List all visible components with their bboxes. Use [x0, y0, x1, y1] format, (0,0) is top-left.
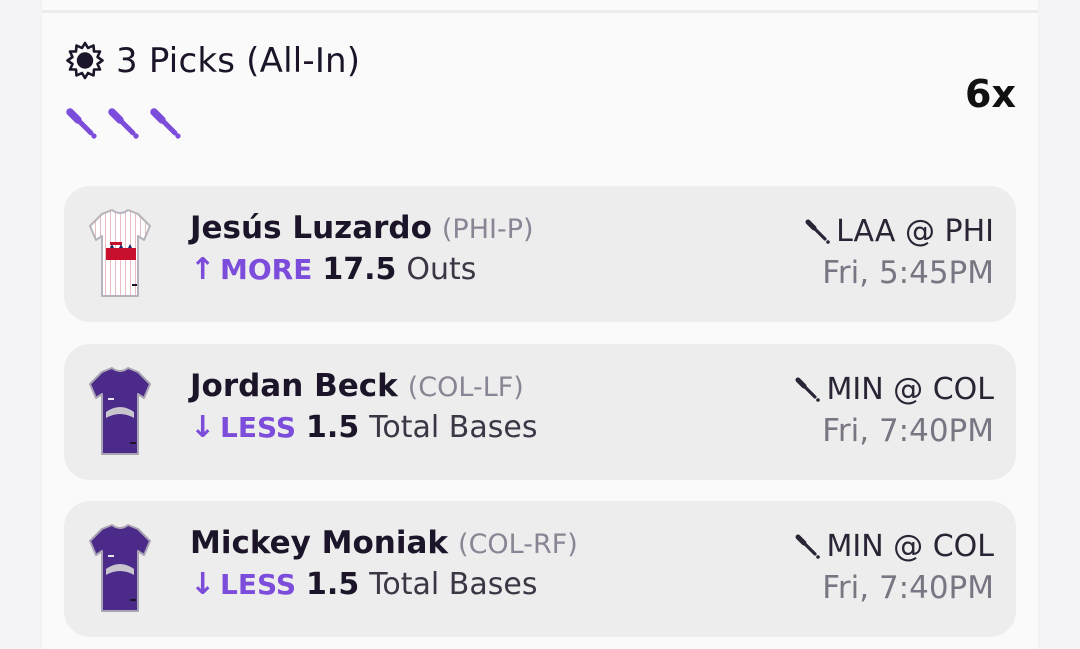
- pick-card[interactable]: Jesús Luzardo (PHI-P) ↑ MORE 17.5 Outs L…: [64, 186, 1016, 322]
- jersey-icon: [88, 208, 152, 300]
- entry-title: 3 Picks (All-In): [116, 41, 361, 81]
- arrow-down-icon: ↓: [190, 410, 216, 445]
- pick-details: Jesús Luzardo (PHI-P) ↑ MORE 17.5 Outs: [190, 210, 534, 287]
- player-position: (COL-RF): [458, 529, 578, 560]
- player-position: (COL-LF): [407, 372, 524, 403]
- pick-line: 1.5: [306, 567, 360, 602]
- gear-icon: [64, 40, 116, 82]
- pick-card[interactable]: Mickey Moniak (COL-RF) ↓ LESS 1.5 Total …: [64, 501, 1016, 637]
- matchup: MIN @ COL: [826, 372, 994, 407]
- arrow-up-icon: ↑: [190, 252, 216, 287]
- baseball-bat-icon: [150, 106, 184, 140]
- pick-details: Jordan Beck (COL-LF) ↓ LESS 1.5 Total Ba…: [190, 368, 537, 445]
- jersey-icon: [88, 366, 152, 458]
- game-time: Fri, 7:40PM: [822, 570, 994, 606]
- baseball-bat-icon: [794, 375, 826, 405]
- divider: [42, 10, 1038, 13]
- baseball-bat-icon: [66, 106, 100, 140]
- payout-multiplier: 6x: [965, 72, 1016, 116]
- entry-card: 3 Picks (All-In) 6x Jesús Luzardo (PHI-P…: [42, 0, 1038, 649]
- player-position: (PHI-P): [441, 214, 534, 245]
- baseball-bat-icon: [804, 217, 836, 247]
- matchup: LAA @ PHI: [836, 214, 994, 249]
- baseball-bat-icon: [794, 532, 826, 562]
- sport-icons: [66, 106, 184, 140]
- pick-card[interactable]: Jordan Beck (COL-LF) ↓ LESS 1.5 Total Ba…: [64, 344, 1016, 480]
- pick-direction: MORE: [220, 253, 313, 286]
- matchup: MIN @ COL: [826, 529, 994, 564]
- pick-line: 1.5: [306, 410, 360, 445]
- game-info: MIN @ COL Fri, 7:40PM: [794, 372, 994, 449]
- player-name: Jesús Luzardo: [190, 210, 432, 246]
- pick-line: 17.5: [322, 252, 397, 287]
- entry-header: 3 Picks (All-In) 6x: [64, 40, 1016, 150]
- game-info: LAA @ PHI Fri, 5:45PM: [804, 214, 994, 291]
- baseball-bat-icon: [108, 106, 142, 140]
- pick-stat: Total Bases: [369, 410, 538, 445]
- pick-details: Mickey Moniak (COL-RF) ↓ LESS 1.5 Total …: [190, 525, 578, 602]
- player-name: Mickey Moniak: [190, 525, 449, 561]
- pick-stat: Outs: [406, 252, 477, 287]
- pick-direction: LESS: [220, 568, 297, 601]
- player-name: Jordan Beck: [190, 368, 398, 404]
- jersey-icon: [88, 523, 152, 615]
- game-time: Fri, 7:40PM: [822, 413, 994, 449]
- game-time: Fri, 5:45PM: [822, 255, 994, 291]
- pick-stat: Total Bases: [369, 567, 538, 602]
- arrow-down-icon: ↓: [190, 567, 216, 602]
- pick-direction: LESS: [220, 411, 297, 444]
- game-info: MIN @ COL Fri, 7:40PM: [794, 529, 994, 606]
- entry-title-row: 3 Picks (All-In): [64, 40, 360, 82]
